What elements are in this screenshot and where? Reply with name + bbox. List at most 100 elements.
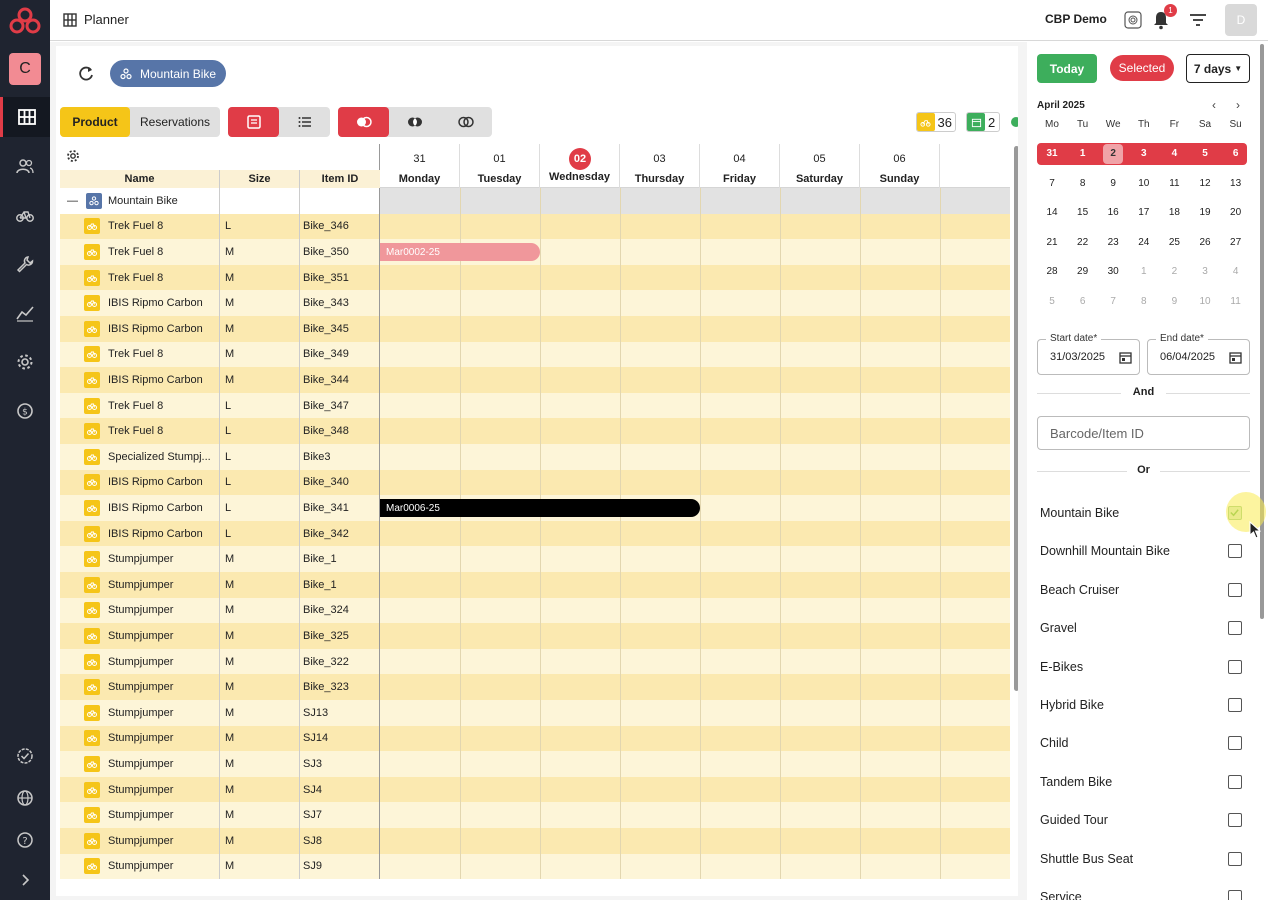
table-row[interactable]: Stumpjumper M SJ3	[60, 751, 1010, 777]
calendar-day[interactable]: 2	[1159, 262, 1189, 282]
calendar-day[interactable]: 12	[1190, 174, 1220, 194]
calendar-day[interactable]: 8	[1129, 292, 1159, 312]
sidebar-item-bikes[interactable]	[0, 195, 50, 235]
table-row[interactable]: IBIS Ripmo Carbon M Bike_343	[60, 290, 1010, 316]
calendar-day[interactable]: 9	[1159, 292, 1189, 312]
day-cells[interactable]	[380, 674, 1010, 700]
calendar-day[interactable]: 20	[1221, 203, 1251, 223]
table-row[interactable]: Stumpjumper M Bike_324	[60, 597, 1010, 624]
product-view-button[interactable]: Product	[60, 107, 130, 137]
day-cells[interactable]	[380, 265, 1010, 291]
calendar-day[interactable]: 23	[1098, 233, 1128, 253]
reservation-bar[interactable]: Mar0006-25	[380, 499, 700, 518]
day-cells[interactable]	[380, 854, 1010, 880]
calendar-day[interactable]: 24	[1129, 233, 1159, 253]
next-month-button[interactable]: ›	[1236, 98, 1240, 112]
sidebar-item-customers[interactable]	[0, 146, 50, 186]
calendar-day[interactable]: 13	[1221, 174, 1251, 194]
calendar-day[interactable]: 4	[1159, 144, 1189, 164]
calendar-day[interactable]: 21	[1037, 233, 1067, 253]
day-cells[interactable]	[380, 700, 1010, 726]
day-cells[interactable]	[380, 214, 1010, 240]
calendar-day[interactable]: 26	[1190, 233, 1220, 253]
table-row[interactable]: Trek Fuel 8 L Bike_348	[60, 418, 1010, 444]
overlap-full-button[interactable]	[338, 107, 389, 137]
user-avatar[interactable]: C	[9, 53, 41, 85]
sidebar-item-settings[interactable]	[0, 342, 50, 382]
day-cells[interactable]	[380, 342, 1010, 368]
category-checkbox[interactable]	[1228, 659, 1242, 674]
day-cells[interactable]	[380, 623, 1010, 649]
calendar-day[interactable]: 14	[1037, 203, 1067, 223]
table-row[interactable]: IBIS Ripmo Carbon L Bike_342	[60, 520, 1010, 547]
calendar-day[interactable]: 6	[1221, 144, 1251, 164]
calendar-day[interactable]: 2	[1103, 144, 1124, 164]
sidebar-expand-button[interactable]	[0, 860, 50, 900]
category-filter-item[interactable]: Mountain Bike	[1040, 503, 1250, 523]
calendar-day[interactable]: 29	[1068, 262, 1098, 282]
filter-chip-mountain-bike[interactable]: Mountain Bike	[110, 60, 227, 87]
day-cells[interactable]	[380, 649, 1010, 675]
day-cells[interactable]	[380, 598, 1010, 624]
day-column-header[interactable]: 04 Friday	[700, 144, 780, 188]
table-row[interactable]: Trek Fuel 8 L Bike_347	[60, 392, 1010, 419]
column-header-name[interactable]: Name	[60, 170, 220, 188]
calendar-day[interactable]: 10	[1190, 292, 1220, 312]
day-cells[interactable]	[380, 418, 1010, 444]
calendar-day[interactable]: 4	[1221, 262, 1251, 282]
category-filter-item[interactable]: Downhill Mountain Bike	[1040, 541, 1250, 561]
table-row[interactable]: Trek Fuel 8 M Bike_349	[60, 341, 1010, 368]
table-row[interactable]: Stumpjumper M Bike_322	[60, 648, 1010, 675]
column-settings-icon[interactable]	[66, 149, 80, 163]
calendar-day[interactable]: 9	[1098, 174, 1128, 194]
calendar-day[interactable]: 25	[1159, 233, 1189, 253]
day-column-header[interactable]: 01 Tuesday	[460, 144, 540, 188]
table-row[interactable]: Trek Fuel 8 L Bike_346	[60, 213, 1010, 240]
calendar-day[interactable]: 15	[1068, 203, 1098, 223]
day-cells[interactable]	[380, 521, 1010, 547]
calendar-day[interactable]: 8	[1068, 174, 1098, 194]
category-filter-item[interactable]: Gravel	[1040, 618, 1250, 638]
sidebar-item-reports[interactable]	[0, 293, 50, 333]
sidebar-item-maintenance[interactable]	[0, 244, 50, 284]
reservations-view-button[interactable]: Reservations	[130, 107, 220, 137]
calendar-day[interactable]: 5	[1190, 144, 1220, 164]
card-view-button[interactable]	[228, 107, 279, 137]
reservation-bar[interactable]: Mar0002-25	[380, 243, 540, 262]
calendar-day[interactable]: 6	[1068, 292, 1098, 312]
fingerprint-icon[interactable]	[1124, 11, 1142, 29]
category-checkbox[interactable]	[1228, 698, 1242, 712]
table-row[interactable]: IBIS Ripmo Carbon M Bike_344	[60, 367, 1010, 393]
table-row[interactable]: IBIS Ripmo Carbon M Bike_345	[60, 316, 1010, 342]
overlap-partial-button[interactable]	[389, 107, 440, 137]
day-cells[interactable]	[380, 777, 1010, 803]
table-row[interactable]: Stumpjumper M Bike_1	[60, 572, 1010, 598]
logo-icon[interactable]	[7, 4, 43, 38]
day-cells[interactable]	[380, 572, 1010, 598]
table-row[interactable]: Stumpjumper M SJ4	[60, 776, 1010, 803]
sidebar-item-verified[interactable]	[0, 736, 50, 776]
category-filter-item[interactable]: E-Bikes	[1040, 657, 1250, 677]
table-row[interactable]: Stumpjumper M Bike_323	[60, 674, 1010, 700]
category-checkbox[interactable]	[1228, 813, 1242, 828]
account-avatar[interactable]: D	[1225, 4, 1257, 36]
calendar-day[interactable]: 1	[1129, 262, 1159, 282]
day-column-header[interactable]: 02 Wednesday	[540, 144, 620, 188]
calendar-icon[interactable]	[1229, 351, 1242, 364]
list-view-button[interactable]	[279, 107, 330, 137]
day-cells[interactable]	[380, 802, 1010, 828]
day-cells[interactable]	[380, 828, 1010, 854]
calendar-day[interactable]: 7	[1098, 292, 1128, 312]
calendar-day[interactable]: 19	[1190, 203, 1220, 223]
calendar-day[interactable]: 7	[1037, 174, 1067, 194]
column-header-item-id[interactable]: Item ID	[300, 170, 380, 188]
category-filter-item[interactable]: Shuttle Bus Seat	[1040, 849, 1250, 869]
day-cells[interactable]	[380, 546, 1010, 572]
calendar-day[interactable]: 16	[1098, 203, 1128, 223]
category-checkbox[interactable]	[1228, 736, 1242, 751]
barcode-input[interactable]: Barcode/Item ID	[1037, 416, 1250, 450]
category-checkbox[interactable]	[1228, 851, 1242, 866]
category-filter-item[interactable]: Beach Cruiser	[1040, 580, 1250, 600]
calendar-day[interactable]: 17	[1129, 203, 1159, 223]
calendar-day[interactable]: 3	[1129, 144, 1159, 164]
